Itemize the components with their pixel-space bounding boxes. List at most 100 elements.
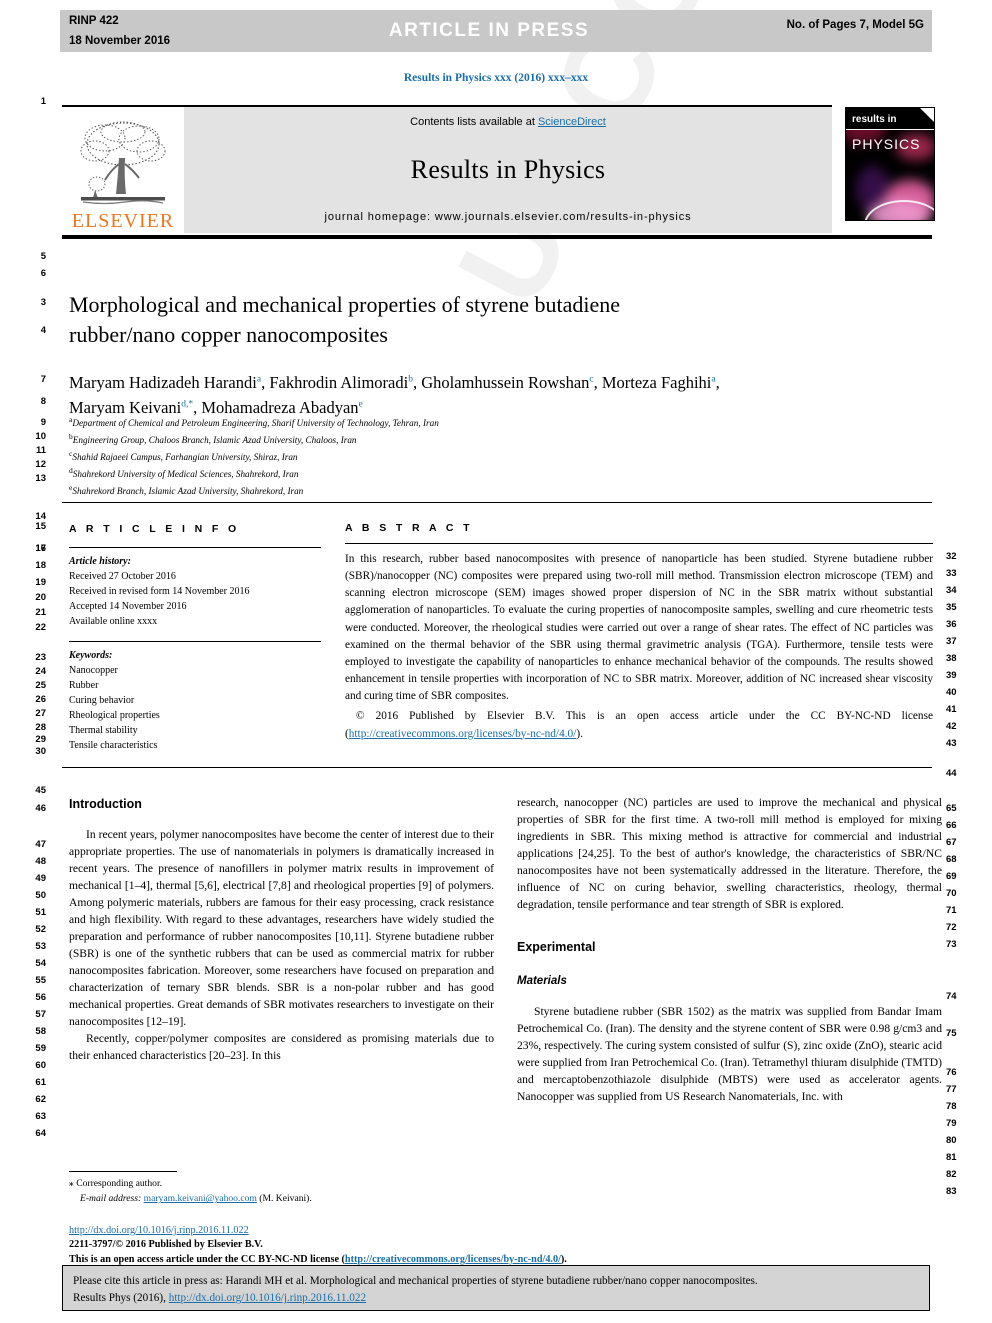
- affiliation-text: Engineering Group, Chaloos Branch, Islam…: [72, 435, 357, 446]
- line-number: 11: [35, 445, 46, 456]
- sciencedirect-link[interactable]: ScienceDirect: [538, 116, 606, 128]
- line-number: 57: [35, 1009, 46, 1020]
- line-number: 58: [35, 1026, 46, 1037]
- line-number: 46: [35, 803, 46, 814]
- line-number: 8: [40, 396, 46, 407]
- title-line-2: rubber/nano copper nanocomposites: [69, 321, 388, 347]
- intro-paragraph-2-right: research, nanocopper (NC) particles are …: [517, 796, 942, 911]
- affiliation-text: Shahrekord University of Medical Science…: [72, 468, 299, 479]
- line-number: 67: [946, 837, 957, 848]
- info-block-bottom-rule: [62, 767, 932, 768]
- affiliation-text: Shahrekord Branch, Islamic Azad Universi…: [72, 485, 304, 496]
- citation-notice-box: Please cite this article in press as: Ha…: [62, 1265, 930, 1311]
- line-number: 59: [35, 1043, 46, 1054]
- line-number: 61: [35, 1077, 46, 1088]
- running-head: Results in Physics xxx (2016) xxx–xxx: [403, 72, 589, 84]
- subsection-heading-materials: Materials: [517, 975, 567, 988]
- line-number: 10: [35, 431, 46, 442]
- asterisk-icon: ⁎: [69, 1178, 74, 1189]
- line-number: 39: [946, 670, 957, 681]
- masthead-bottom-rule: [62, 235, 932, 239]
- line-number: 1: [40, 96, 46, 107]
- line-number: 68: [946, 854, 957, 865]
- doi-link[interactable]: http://dx.doi.org/10.1016/j.rinp.2016.11…: [69, 1225, 249, 1236]
- body-column-right: research, nanocopper (NC) particles are …: [517, 795, 942, 1106]
- line-number: 44: [946, 768, 957, 779]
- proof-header-left: RINP 422 18 November 2016: [60, 10, 269, 52]
- author-affiliation-mark: a: [256, 374, 262, 385]
- author-affiliation-mark: d,*: [181, 399, 194, 410]
- line-number: 35: [946, 602, 957, 613]
- line-number: 74: [946, 991, 957, 1002]
- line-number: 26: [35, 694, 46, 705]
- author-affiliation-mark: c: [589, 374, 594, 385]
- affiliation-item: dShahrekord University of Medical Scienc…: [69, 465, 669, 482]
- line-number: 24: [35, 666, 46, 677]
- keyword-item: Rheological properties: [69, 709, 160, 721]
- title-line-1: Morphological and mechanical properties …: [69, 292, 621, 317]
- history-item: Accepted 14 November 2016: [69, 600, 187, 612]
- line-number: 45: [35, 785, 46, 796]
- journal-homepage[interactable]: journal homepage: www.journals.elsevier.…: [325, 211, 692, 223]
- line-number: 20: [35, 592, 46, 603]
- citation-doi-link[interactable]: http://dx.doi.org/10.1016/j.rinp.2016.11…: [169, 1292, 366, 1304]
- line-number: 27: [35, 708, 46, 719]
- line-number: 79: [946, 1118, 957, 1129]
- line-number: 34: [946, 585, 957, 596]
- abstract-section: A B S T R A C T In this research, rubber…: [345, 522, 933, 743]
- keywords-label: Keywords:: [69, 649, 113, 661]
- line-number: 69: [946, 871, 957, 882]
- author-affiliation-mark: e: [358, 399, 363, 410]
- affiliation-list: aDepartment of Chemical and Petroleum En…: [69, 414, 669, 499]
- line-number: 83: [946, 1186, 957, 1197]
- line-number: 21: [35, 607, 46, 618]
- keyword-item: Thermal stability: [69, 724, 138, 736]
- line-number: 73: [946, 939, 957, 950]
- line-number: 12: [35, 459, 46, 470]
- article-history-label: Article history:: [69, 555, 131, 567]
- citation-line-2: Results Phys (2016), http://dx.doi.org/1…: [73, 1290, 919, 1307]
- corresponding-author-footnote: ⁎ Corresponding author. E-mail address: …: [69, 1176, 499, 1207]
- line-number: 43: [946, 738, 957, 749]
- line-number: 30: [35, 746, 46, 757]
- contents-available-line: Contents lists available at ScienceDirec…: [410, 116, 606, 128]
- cc-license-link[interactable]: http://creativecommons.org/licenses/by-n…: [349, 728, 577, 740]
- intro-paragraph-1: In recent years, polymer nanocomposites …: [69, 828, 494, 1029]
- keyword-item: Curing behavior: [69, 694, 135, 706]
- manuscript-id: RINP 422: [69, 14, 119, 27]
- copyright-suffix: ).: [576, 727, 583, 740]
- pages-model-info: No. of Pages 7, Model 5G: [786, 19, 924, 31]
- line-number: 81: [946, 1152, 957, 1163]
- section-heading-experimental: Experimental: [517, 939, 596, 954]
- article-in-press-stamp: ARTICLE IN PRESS: [388, 20, 590, 41]
- line-number: 42: [946, 721, 957, 732]
- author-name: Morteza Faghihi: [601, 373, 712, 392]
- line-number: 28: [35, 722, 46, 733]
- cover-physics-label: PHYSICS: [852, 136, 921, 152]
- email-line: E-mail address: maryam.keivani@yahoo.com…: [69, 1191, 499, 1206]
- info-block-top-rule: [62, 502, 932, 503]
- license-prefix: This is an open access article under the…: [69, 1253, 345, 1265]
- history-item: Available online xxxx: [69, 615, 158, 627]
- line-number: 51: [35, 907, 46, 918]
- author-email-link[interactable]: maryam.keivani@yahoo.com: [144, 1193, 257, 1204]
- line-number: 63: [35, 1111, 46, 1122]
- line-number: 77: [946, 1084, 957, 1095]
- issn-copyright-line: 2211-3797/© 2016 Published by Elsevier B…: [69, 1239, 263, 1251]
- line-number: 37: [946, 636, 957, 647]
- line-number: 25: [35, 680, 46, 691]
- footer-cc-license-link[interactable]: http://creativecommons.org/licenses/by-n…: [345, 1254, 561, 1265]
- cover-corner-fold: [919, 108, 934, 123]
- proof-date: 18 November 2016: [69, 35, 171, 47]
- line-number: 65: [946, 803, 957, 814]
- history-item: Received 27 October 2016: [69, 570, 176, 582]
- line-number: 13: [35, 473, 46, 484]
- line-number: 19: [35, 577, 46, 588]
- line-number: 70: [946, 888, 957, 899]
- keyword-item: Nanocopper: [69, 664, 118, 676]
- elsevier-logo: ELSEVIER: [62, 107, 184, 233]
- line-number: 32: [946, 551, 957, 562]
- body-column-left: Introduction In recent years, polymer na…: [69, 795, 494, 1065]
- line-number: 72: [946, 922, 957, 933]
- line-number: 64: [35, 1128, 46, 1139]
